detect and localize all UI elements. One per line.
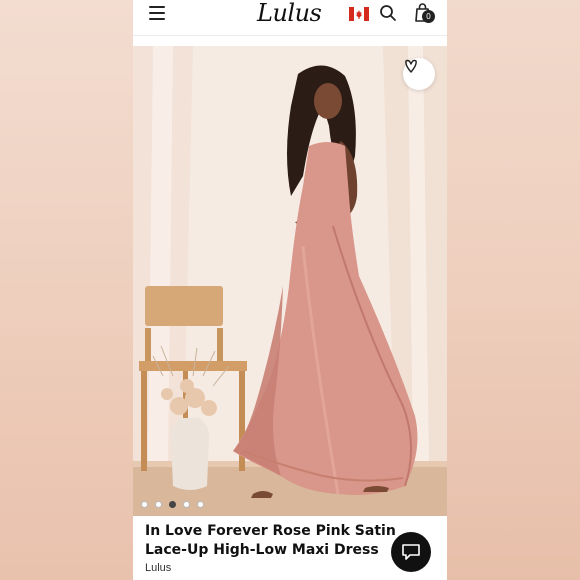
product-brand[interactable]: Lulus (145, 562, 171, 574)
product-photo (133, 46, 447, 516)
background-blur-right (447, 0, 580, 580)
carousel-dots (141, 501, 204, 508)
search-icon[interactable] (379, 4, 397, 22)
background-blur-left (0, 0, 133, 580)
carousel-dot[interactable] (183, 501, 190, 508)
chat-bubble-icon (402, 544, 420, 560)
canada-flag-icon[interactable] (349, 7, 369, 21)
menu-icon[interactable] (149, 6, 165, 20)
carousel-dot[interactable] (197, 501, 204, 508)
carousel-dot[interactable] (141, 501, 148, 508)
wishlist-button[interactable] (403, 58, 435, 90)
carousel-dot-active[interactable] (169, 501, 176, 508)
top-navigation-bar: Lulus 0 (133, 0, 447, 36)
carousel-dot[interactable] (155, 501, 162, 508)
mobile-page: Lulus 0 In Love Forever Rose Pink Satin … (133, 0, 447, 580)
heart-icon (405, 59, 417, 73)
cart-count-badge: 0 (422, 10, 435, 23)
chat-button[interactable] (391, 532, 431, 572)
lulus-logo[interactable]: Lulus (257, 0, 322, 27)
product-image-carousel[interactable] (133, 46, 447, 516)
